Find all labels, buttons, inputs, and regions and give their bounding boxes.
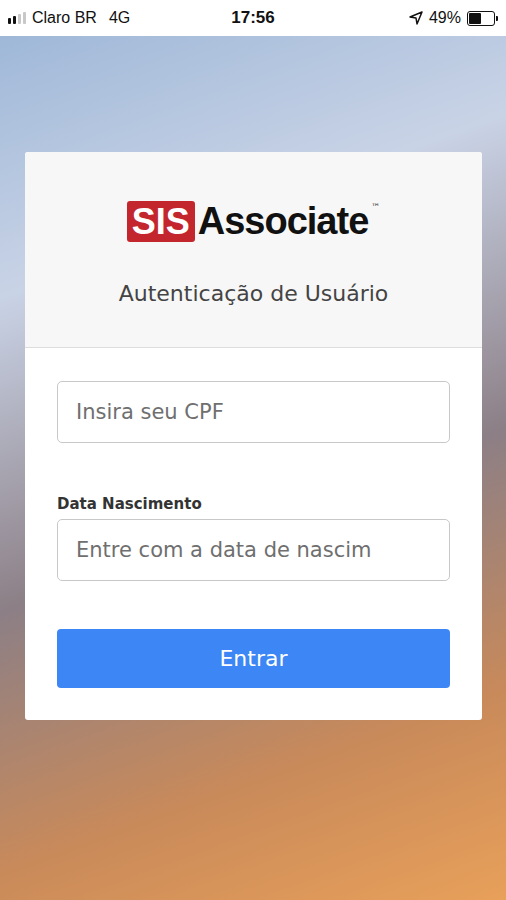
- carrier: Claro BR: [32, 9, 97, 27]
- background-photo: SISAssociate™ Autenticação de Usuário Data…: [0, 36, 506, 900]
- card-title: Autenticação de Usuário: [119, 281, 389, 306]
- login-button[interactable]: Entrar: [57, 629, 450, 688]
- card-header: SISAssociate™ Autenticação de Usuário: [25, 152, 482, 348]
- login-card: SISAssociate™ Autenticação de Usuário Data…: [25, 152, 482, 720]
- login-form: Data Nascimento Entrar: [25, 348, 482, 720]
- clock: 17:56: [231, 8, 274, 28]
- logo-name: Associate: [198, 200, 369, 243]
- login-screen: Claro BR 4G 17:56 49% SISAssociate™ Autentica…: [0, 0, 506, 900]
- logo: SISAssociate™: [127, 200, 381, 243]
- battery-icon: [467, 11, 498, 26]
- field-label: Data Nascimento: [57, 495, 450, 513]
- battery-percent: 49%: [429, 9, 461, 27]
- status-bar: Claro BR 4G 17:56 49%: [0, 0, 506, 36]
- text-field[interactable]: [57, 519, 450, 581]
- field-group: Data Nascimento: [57, 495, 450, 581]
- text-field[interactable]: [57, 381, 450, 443]
- signal-icon: [8, 12, 26, 24]
- field-group: [57, 381, 450, 443]
- network: 4G: [109, 9, 130, 27]
- location-arrow-icon: [409, 11, 423, 25]
- logo-trademark: ™: [371, 202, 380, 212]
- logo-badge: SIS: [127, 201, 195, 243]
